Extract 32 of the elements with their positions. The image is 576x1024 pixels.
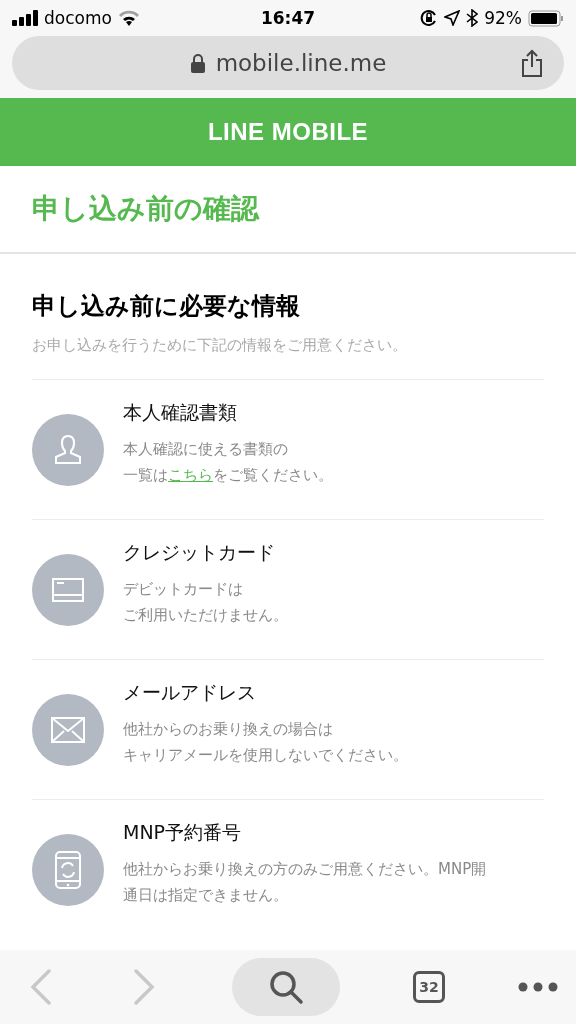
battery-percent: 92% [484, 8, 522, 28]
item-title: メールアドレス [123, 679, 257, 705]
battery-icon [528, 9, 564, 27]
url-text: mobile.line.me [215, 50, 387, 76]
site-logo: LINE MOBILE [207, 118, 369, 146]
lock-icon [189, 53, 206, 73]
item-title: 本人確認書類 [123, 399, 238, 425]
wifi-icon [117, 10, 140, 26]
rotation-lock-icon [420, 9, 439, 27]
section-title: 申し込み前に必要な情報 [32, 291, 301, 322]
location-icon [444, 10, 461, 26]
more-icon[interactable] [518, 982, 558, 992]
card-icon [52, 577, 84, 602]
signal-icon [12, 10, 38, 26]
item-title: クレジットカード [123, 539, 276, 565]
envelope-icon [51, 716, 85, 743]
phone-sync-icon [55, 851, 81, 889]
section-subtitle: お申し込みを行うために下記の情報をご用意ください。 [32, 336, 544, 380]
clock-time: 16:47 [260, 8, 316, 28]
bluetooth-icon [466, 9, 479, 27]
item-title: MNP予約番号 [123, 820, 243, 845]
page-title: 申し込み前の確認 [32, 191, 259, 227]
item-description: 本人確認に使える書類の 一覧はこちら をご覧ください。 [123, 438, 333, 486]
tabs-button[interactable]: 32 [413, 971, 445, 1003]
item-description: デビットカードは ご利用いただけません。 [123, 578, 288, 626]
person-icon [53, 433, 83, 466]
share-icon[interactable] [520, 49, 544, 77]
carrier-name: docomo [44, 8, 112, 28]
item-description: 他社からお乗り換えの方のみご用意ください。MNP開 通日は指定できません。 [123, 859, 487, 906]
item-description: 他社からのお乗り換えの場合は キャリアメールを使用しないでください。 [123, 718, 408, 766]
search-icon [268, 969, 304, 1005]
address-bar[interactable]: mobile.line.me [12, 36, 564, 90]
